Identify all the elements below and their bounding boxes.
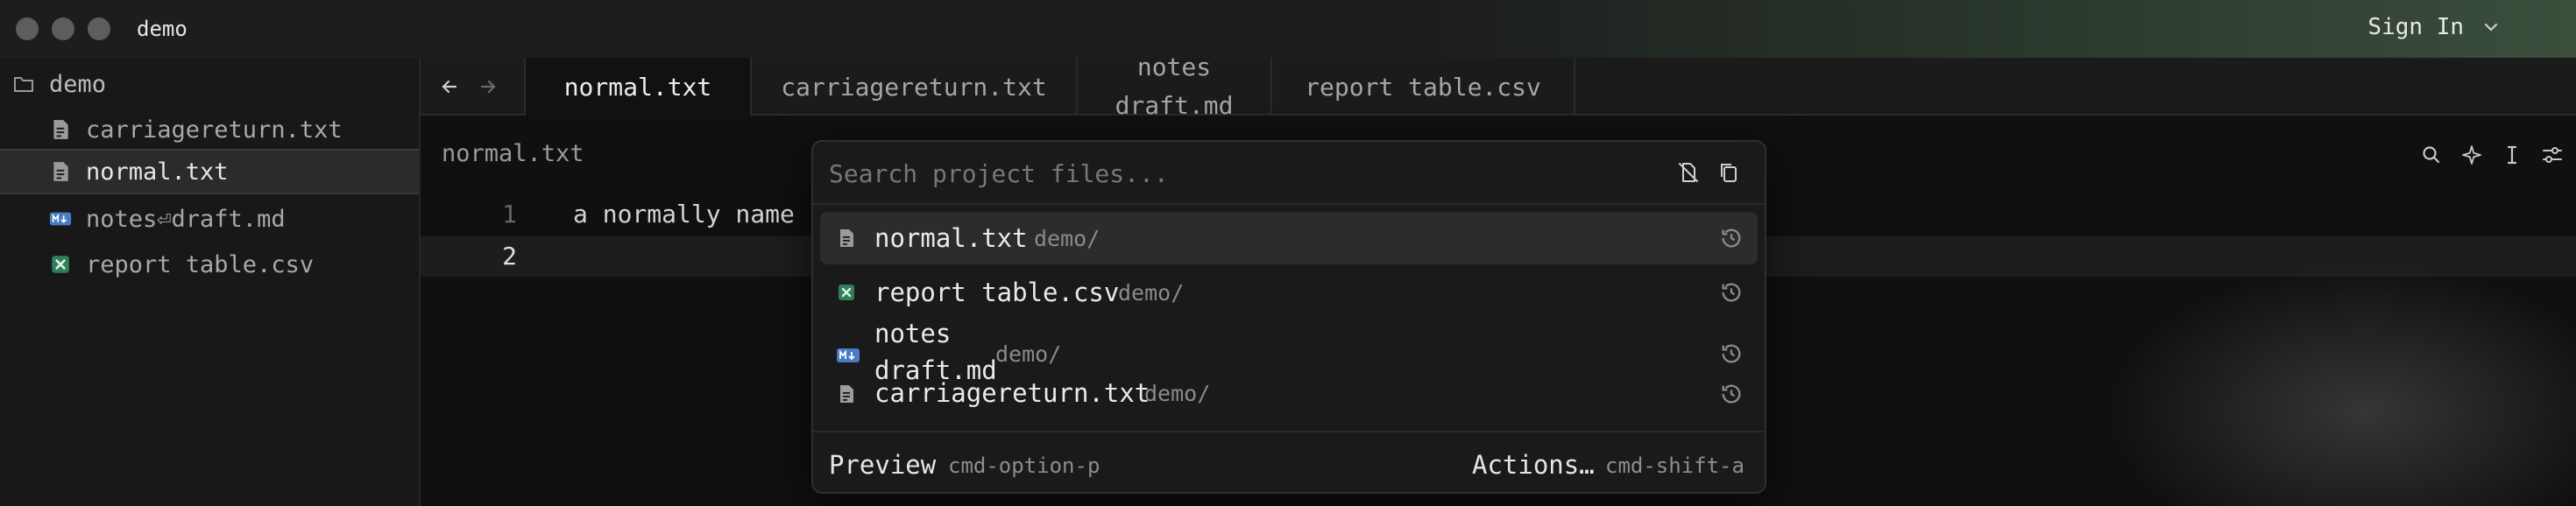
spreadsheet-icon [49,253,72,276]
arrow-right-icon[interactable] [475,74,501,100]
copy-files-icon[interactable] [1717,161,1740,184]
tree-item-carriagereturn[interactable]: carriagereturn.txt [0,107,419,152]
result-path: demo/ [995,341,1062,367]
preview-shortcut: cmd-option-p [948,453,1100,478]
result-name-line1: notes [874,319,952,348]
title-bar: demo Sign In [0,0,2576,58]
actions-shortcut: cmd-shift-a [1605,453,1744,478]
tab-notes-draft[interactable]: notes draft.md [1078,53,1272,120]
close-window-button[interactable] [16,18,39,40]
finder-result-carriagereturn[interactable]: carriagereturn.txt demo/ [820,376,1758,413]
text-file-icon [836,383,857,404]
project-title: demo [137,17,188,41]
tree-item-label: normal.txt [86,158,229,186]
breadcrumb[interactable]: normal.txt [442,140,584,167]
tree-item-notes-draft[interactable]: notes⏎draft.md [0,196,419,242]
ignored-files-toggle-icon[interactable] [1677,161,1700,184]
app-window: demo Sign In demo carriagereturn.txt nor… [0,0,2576,506]
history-icon [1719,382,1744,406]
finder-footer: Preview cmd-option-p Actions… cmd-shift-… [813,431,1765,492]
window-controls [16,18,110,40]
tab-carriagereturn[interactable]: carriagereturn.txt [752,58,1078,116]
history-icon [1719,280,1744,305]
arrow-left-icon[interactable] [436,74,463,100]
search-input[interactable] [829,154,1670,193]
line-number: 2 [502,242,517,271]
file-finder-modal: normal.txt demo/ report table.csv demo/ … [811,140,1766,494]
finder-result-report-table[interactable]: report table.csv demo/ [820,266,1758,319]
markdown-icon [836,345,860,366]
result-path: demo/ [1144,381,1211,406]
result-name: report table.csv [874,278,1120,307]
line-text[interactable]: a normally name [573,200,795,228]
chevron-down-icon[interactable] [2481,18,2501,37]
tree-item-report-table[interactable]: report table.csv [0,242,419,287]
history-icon [1719,226,1744,250]
text-file-icon [49,160,72,183]
result-path: demo/ [1118,280,1185,306]
tree-item-normal[interactable]: normal.txt [0,149,419,194]
result-name: carriagereturn.txt [874,378,1150,408]
editor-toolbar [2418,140,2576,175]
tree-item-label: report table.csv [86,250,315,278]
finder-result-notes-draft[interactable]: notes draft.md demo/ [820,319,1758,385]
tree-root-label: demo [49,70,107,98]
tree-item-label: carriagereturn.txt [86,116,343,144]
folder-icon [14,77,33,92]
minimize-window-button[interactable] [52,18,74,40]
maximize-window-button[interactable] [88,18,110,40]
search-icon[interactable] [2420,144,2443,166]
preview-button[interactable]: Preview [829,450,936,480]
spreadsheet-icon [836,282,857,303]
tab-normal[interactable]: normal.txt [524,58,752,116]
project-panel: demo carriagereturn.txt normal.txt notes… [0,58,421,506]
finder-search-bar [813,142,1765,205]
tab-bar: normal.txt carriagereturn.txt notes draf… [421,53,2576,120]
tree-root-folder[interactable]: demo [0,61,419,107]
markdown-icon [49,207,72,230]
result-path: demo/ [1034,226,1100,251]
finder-result-normal[interactable]: normal.txt demo/ [820,212,1758,264]
text-cursor-icon[interactable] [2501,144,2523,166]
tab-label-line1: notes [1136,53,1212,81]
tree-item-label: notes⏎draft.md [86,205,286,233]
tab-report-table[interactable]: report table.csv [1272,58,1575,116]
sign-in-button[interactable]: Sign In [2367,14,2464,40]
settings-sliders-icon[interactable] [2541,144,2564,166]
text-file-icon [836,228,857,249]
text-file-icon [49,118,72,141]
history-icon [1719,341,1744,366]
sparkle-icon[interactable] [2460,144,2483,166]
actions-button[interactable]: Actions… [1472,450,1595,480]
line-number: 1 [502,200,517,228]
result-name: normal.txt [874,223,1028,253]
